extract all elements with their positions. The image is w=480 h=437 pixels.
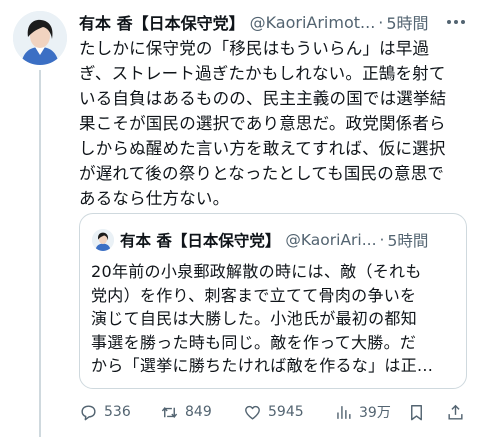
views-chart-icon — [337, 405, 351, 419]
quoted-text-line: 事選を勝った時も同じ。敵を作って大勝。だ — [91, 332, 417, 352]
timestamp[interactable]: 5時間 — [386, 10, 428, 34]
quoted-text-line: 20年前の小泉郵政解散の時には、敵（それも — [91, 262, 422, 281]
bookmark-button[interactable] — [407, 398, 432, 426]
heart-icon — [245, 405, 260, 420]
quoted-text: 20年前の小泉郵政解散の時には、敵（それも 党内）を作り、刺客まで立てて骨肉の争… — [91, 260, 459, 378]
quoted-timestamp: 5時間 — [387, 232, 429, 250]
views-button[interactable]: 39万 — [334, 398, 391, 426]
reply-button[interactable]: 536 — [79, 398, 131, 426]
quoted-text-line: 演じて自民は大勝した。小池氏が最初の都知 — [91, 309, 418, 328]
author-handle[interactable]: @KaoriArimot... — [250, 13, 376, 32]
share-button[interactable] — [446, 398, 471, 426]
quoted-author-name: 有本 香【日本保守党】 — [120, 232, 281, 250]
like-button[interactable]: 5945 — [243, 398, 304, 426]
share-icon — [448, 404, 463, 420]
tweet-text-line: が遅れて後の祭りとなったとしても国民の意思で — [79, 164, 445, 183]
separator-dot: · — [378, 12, 384, 32]
more-options-icon[interactable] — [444, 12, 468, 32]
tweet-text: たしかに保守党の「移民はもういらん」は早過 ぎ、ストレート過ぎたかもしれない。正… — [79, 36, 467, 211]
tweet-text-line: しからぬ醒めた言い方を敢えてすれば、仮に選択 — [79, 139, 446, 158]
view-count: 39万 — [359, 405, 391, 421]
quoted-tweet[interactable]: 有本 香【日本保守党】 @KaoriAri... · 5時間 20年前の小泉郵政… — [79, 213, 467, 389]
reply-icon — [81, 404, 96, 420]
tweet-text-line: あるなら仕方ない。 — [79, 189, 230, 208]
repost-count: 849 — [185, 404, 212, 420]
tweet-text-line: 果こそが国民の選択であり意思だ。政党関係者ら — [79, 114, 446, 133]
quoted-text-line: から「選挙に勝ちたければ敵を作るな」は正... — [91, 356, 434, 375]
thread-line — [39, 70, 41, 437]
author-name[interactable]: 有本 香【日本保守党】 — [79, 10, 245, 34]
avatar[interactable] — [13, 11, 67, 65]
quoted-separator-dot: · — [379, 231, 385, 249]
reply-count: 536 — [104, 404, 131, 420]
tweet-text-line: たしかに保守党の「移民はもういらん」は早過 — [79, 39, 430, 58]
bookmark-icon — [411, 404, 422, 420]
repost-button[interactable]: 849 — [160, 398, 212, 426]
tweet-text-line: いる自負はあるものの、民主主義の国では選挙結 — [79, 89, 447, 108]
quoted-avatar — [92, 229, 114, 251]
tweet-header: 有本 香【日本保守党】 @KaoriArimot... · 5時間 — [79, 10, 466, 34]
repost-icon — [161, 406, 178, 418]
quoted-text-line: 党内）を作り、刺客まで立てて骨肉の争いを — [91, 285, 417, 305]
quoted-header: 有本 香【日本保守党】 @KaoriAri... · 5時間 — [120, 229, 456, 251]
tweet-text-line: ぎ、ストレート過ぎたかもしれない。正鵠を射て — [79, 64, 446, 83]
action-bar: 536 849 5945 39万 — [79, 398, 471, 426]
like-count: 5945 — [268, 404, 304, 420]
quoted-author-handle: @KaoriAri... — [285, 231, 377, 249]
